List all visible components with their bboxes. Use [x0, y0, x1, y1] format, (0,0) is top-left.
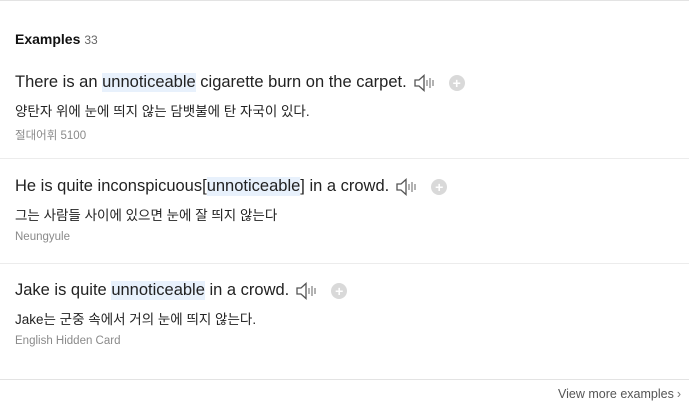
sentence-text: in a crowd.: [204, 281, 290, 299]
add-icon[interactable]: +: [331, 282, 348, 299]
view-more-examples-link[interactable]: View more examples ›: [558, 387, 681, 401]
footer-divider: [0, 379, 689, 380]
example-source: Neungyule: [15, 231, 70, 243]
example-translation-ko: 그는 사람들 사이에 있으면 눈에 잘 띄지 않는다: [15, 208, 278, 223]
examples-header: Examples 33: [15, 31, 98, 47]
example-translation-ko: 양탄자 위에 눈에 띄지 않는 담뱃불에 탄 자국이 있다.: [15, 104, 310, 119]
example-divider: [0, 158, 689, 159]
sentence-text: ] in a crowd.: [300, 177, 390, 195]
add-icon[interactable]: +: [448, 74, 465, 91]
sentence-text: cigarette burn on the carpet.: [195, 73, 407, 91]
sentence-text: He is quite inconspicuous[: [15, 177, 207, 195]
examples-count: 33: [84, 33, 98, 47]
highlighted-word: unnoticeable: [102, 73, 196, 92]
example-sentence-en: He is quite inconspicuous[unnoticeable] …: [15, 177, 448, 196]
speaker-icon[interactable]: [395, 177, 419, 196]
speaker-icon[interactable]: [413, 73, 437, 92]
sentence-text: There is an: [15, 73, 103, 91]
top-divider: [0, 0, 689, 1]
view-more-label: View more examples: [558, 387, 674, 401]
example-sentence-en: There is an unnoticeable cigarette burn …: [15, 73, 465, 92]
highlighted-word: unnoticeable: [206, 177, 301, 196]
speaker-icon[interactable]: [295, 281, 319, 300]
highlighted-word: unnoticeable: [111, 281, 205, 300]
examples-title: Examples: [15, 31, 81, 47]
add-icon[interactable]: +: [431, 178, 448, 195]
example-translation-ko: Jake는 군중 속에서 거의 눈에 띄지 않는다.: [15, 312, 257, 327]
example-source: English Hidden Card: [15, 335, 121, 347]
example-source: 절대어휘 5100: [15, 130, 87, 142]
sentence-text: Jake is quite: [15, 281, 112, 299]
example-divider: [0, 263, 689, 264]
chevron-right-icon: ›: [676, 387, 681, 401]
example-sentence-en: Jake is quite unnoticeable in a crowd. +: [15, 281, 348, 300]
